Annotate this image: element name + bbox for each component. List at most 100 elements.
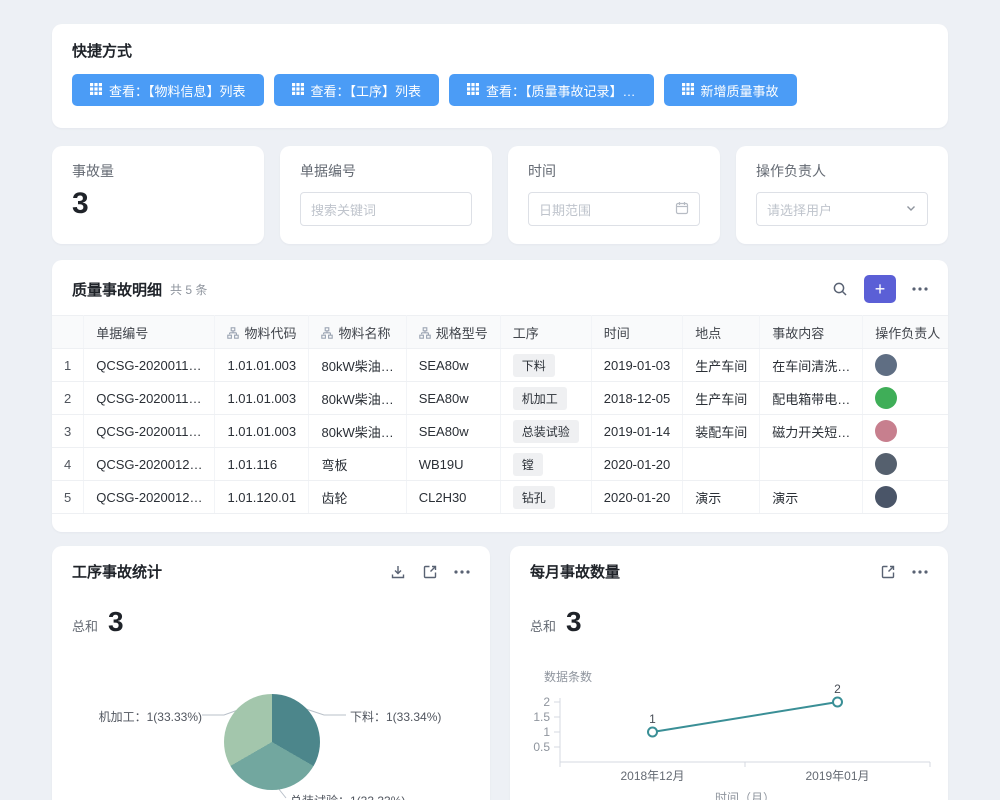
download-icon[interactable] xyxy=(390,564,406,580)
column-header-9[interactable]: 操作负责人 xyxy=(863,316,948,349)
column-header-7[interactable]: 地点 xyxy=(683,316,760,349)
table-row[interactable]: 3 QCSG-2020011… 1.01.01.003 80kW柴油… SEA8… xyxy=(52,415,948,448)
total-label: 总和 xyxy=(72,616,98,635)
more-options-icon[interactable] xyxy=(912,287,928,291)
relation-icon xyxy=(419,327,431,342)
stat-label: 事故量 xyxy=(72,161,244,181)
cell-spec-model: CL2H30 xyxy=(406,481,500,514)
table-row[interactable]: 2 QCSG-2020011… 1.01.01.003 80kW柴油… SEA8… xyxy=(52,382,948,415)
external-link-icon[interactable] xyxy=(422,564,438,580)
button-label: 查看：【工序】列表 xyxy=(311,81,422,100)
table-row[interactable]: 4 QCSG-2020012… 1.01.116 弯板 WB19U 镗 2020… xyxy=(52,448,948,481)
cell-operator xyxy=(863,415,948,448)
pie-card-title: 工序事故统计 xyxy=(72,561,374,582)
table-row-count: 共 5 条 xyxy=(170,281,207,298)
table-row[interactable]: 1 QCSG-2020011… 1.01.01.003 80kW柴油… SEA8… xyxy=(52,349,948,382)
filter-label: 时间 xyxy=(528,161,700,181)
svg-text:1: 1 xyxy=(543,725,550,739)
svg-text:2018年12月: 2018年12月 xyxy=(620,769,684,783)
cell-process: 机加工 xyxy=(500,382,591,415)
doc-no-filter-card: 单据编号 搜索关键词 xyxy=(280,146,492,244)
cell-process: 钻孔 xyxy=(500,481,591,514)
external-link-icon[interactable] xyxy=(880,564,896,580)
total-label: 总和 xyxy=(530,616,556,635)
operator-avatar xyxy=(875,486,897,508)
cell-process: 总装试验 xyxy=(500,415,591,448)
cell-doc-no: QCSG-2020012… xyxy=(84,481,215,514)
grid-icon xyxy=(90,83,102,98)
table-title: 质量事故明细 xyxy=(72,279,162,300)
line-chart: 0.511.5212018年12月22019年01月时间（月） xyxy=(510,682,948,800)
date-range-input[interactable]: 日期范围 xyxy=(528,192,700,226)
column-header-5[interactable]: 工序 xyxy=(500,316,591,349)
time-filter-card: 时间 日期范围 xyxy=(508,146,720,244)
cell-time: 2020-01-20 xyxy=(591,481,683,514)
stat-value: 3 xyxy=(72,187,244,221)
view-process-list-button[interactable]: 查看：【工序】列表 xyxy=(274,74,440,106)
view-material-list-button[interactable]: 查看：【物料信息】列表 xyxy=(72,74,264,106)
process-tag: 总装试验 xyxy=(513,420,579,443)
cell-content: 在车间清洗… xyxy=(760,349,863,382)
cell-material-code: 1.01.116 xyxy=(215,448,309,481)
monthly-accident-count-card: 每月事故数量 总和 3 数据条数 0.511.5212018年12月22019年… xyxy=(510,546,948,800)
table-scroll-area[interactable]: 单据编号 物料代码 物料名称 规格型号工序时间 地点事故内容 操作负责人 1 QCSG-2… xyxy=(52,315,948,514)
column-label: 规格型号 xyxy=(436,326,488,341)
column-header-1[interactable]: 单据编号 xyxy=(84,316,215,349)
cell-spec-model: WB19U xyxy=(406,448,500,481)
column-header-3[interactable]: 物料名称 xyxy=(309,316,406,349)
column-label: 物料名称 xyxy=(338,326,390,341)
add-record-button[interactable]: + xyxy=(864,275,896,303)
cell-time: 2019-01-03 xyxy=(591,349,683,382)
cell-material-code: 1.01.01.003 xyxy=(215,382,309,415)
line-card-title: 每月事故数量 xyxy=(530,561,864,582)
grid-icon xyxy=(292,83,304,98)
more-options-icon[interactable] xyxy=(912,570,928,574)
view-quality-records-button[interactable]: 查看：【质量事故记录】… xyxy=(449,74,654,106)
row-index: 4 xyxy=(52,448,84,481)
dashboard-page: 快捷方式 查看：【物料信息】列表 查看：【工序】列表 查看：【质量事故记录】… … xyxy=(0,0,1000,800)
process-tag: 下料 xyxy=(513,354,555,377)
svg-text:2: 2 xyxy=(834,682,841,696)
pie-chart-area: 机加工：1(33.33%) 下料：1(33.34%) 总装试验：1(33.33%… xyxy=(52,686,490,800)
cell-place: 生产车间 xyxy=(683,349,760,382)
process-tag: 机加工 xyxy=(513,387,567,410)
button-label: 查看：【物料信息】列表 xyxy=(109,81,246,100)
column-header-2[interactable]: 物料代码 xyxy=(215,316,309,349)
cell-place: 演示 xyxy=(683,481,760,514)
operator-select[interactable]: 请选择用户 xyxy=(756,192,928,226)
table-toolbar: 质量事故明细 共 5 条 + xyxy=(52,260,948,315)
row-index: 1 xyxy=(52,349,84,382)
column-label: 时间 xyxy=(604,326,630,341)
column-header-8[interactable]: 事故内容 xyxy=(760,316,863,349)
column-header-0[interactable] xyxy=(52,316,84,349)
cell-process: 镗 xyxy=(500,448,591,481)
cell-place: 装配车间 xyxy=(683,415,760,448)
button-label: 新增质量事故 xyxy=(701,81,779,100)
search-icon[interactable] xyxy=(832,281,848,297)
column-header-6[interactable]: 时间 xyxy=(591,316,683,349)
cell-material-code: 1.01.01.003 xyxy=(215,349,309,382)
operator-avatar xyxy=(875,453,897,475)
filter-label: 操作负责人 xyxy=(756,161,928,181)
cell-place xyxy=(683,448,760,481)
input-placeholder: 日期范围 xyxy=(539,200,591,219)
line-card-header: 每月事故数量 xyxy=(510,546,948,582)
cell-time: 2019-01-14 xyxy=(591,415,683,448)
table-row[interactable]: 5 QCSG-2020012… 1.01.120.01 齿轮 CL2H30 钻孔… xyxy=(52,481,948,514)
column-label: 事故内容 xyxy=(772,326,824,341)
column-label: 操作负责人 xyxy=(875,326,940,341)
doc-no-search-input[interactable]: 搜索关键词 xyxy=(300,192,472,226)
more-options-icon[interactable] xyxy=(454,570,470,574)
column-header-4[interactable]: 规格型号 xyxy=(406,316,500,349)
relation-icon xyxy=(321,327,333,342)
grid-icon xyxy=(467,83,479,98)
pie-chart[interactable] xyxy=(224,694,320,790)
add-quality-accident-button[interactable]: 新增质量事故 xyxy=(664,74,797,106)
quality-accident-table: 单据编号 物料代码 物料名称 规格型号工序时间 地点事故内容 操作负责人 1 QCSG-2… xyxy=(52,315,948,514)
svg-text:1.5: 1.5 xyxy=(533,710,550,724)
cell-operator xyxy=(863,349,948,382)
cell-place: 生产车间 xyxy=(683,382,760,415)
column-label: 物料代码 xyxy=(244,326,296,341)
shortcuts-card: 快捷方式 查看：【物料信息】列表 查看：【工序】列表 查看：【质量事故记录】… … xyxy=(52,24,948,128)
cell-spec-model: SEA80w xyxy=(406,349,500,382)
